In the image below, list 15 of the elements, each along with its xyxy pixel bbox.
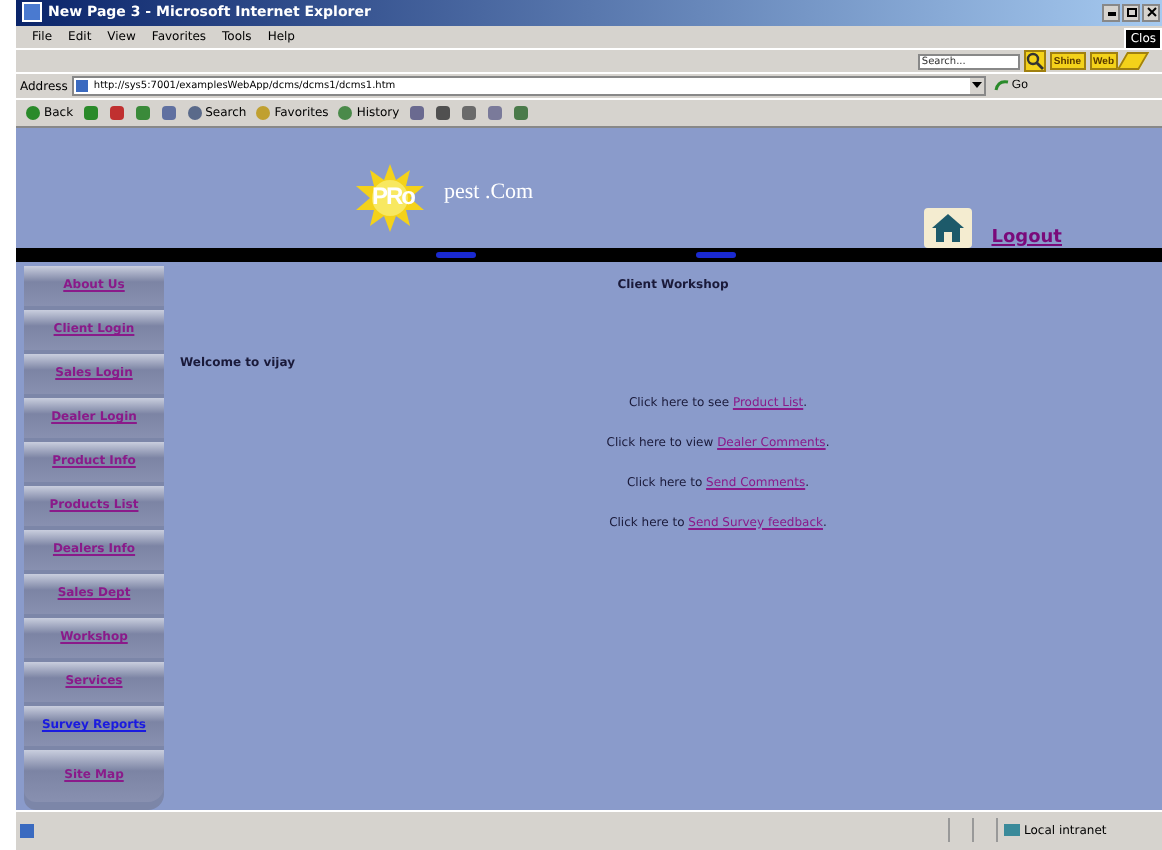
logo-text: pest .Com [444, 179, 534, 204]
dropdown-button[interactable] [969, 78, 984, 95]
close-icon [1145, 6, 1157, 19]
restore-button[interactable] [1122, 3, 1140, 22]
minimize-icon [1105, 6, 1117, 19]
close-button[interactable] [1142, 3, 1160, 22]
sun-logo-icon [356, 163, 424, 232]
highlighter-icon[interactable] [1116, 52, 1150, 71]
restore-icon [1125, 6, 1137, 19]
logo-mark: PRo [372, 181, 414, 210]
page-icon [75, 80, 88, 93]
minimize-button[interactable] [1102, 3, 1120, 22]
browser-icon [22, 2, 42, 23]
page-icon [20, 823, 34, 838]
logout-link[interactable]: Logout [991, 227, 1062, 248]
